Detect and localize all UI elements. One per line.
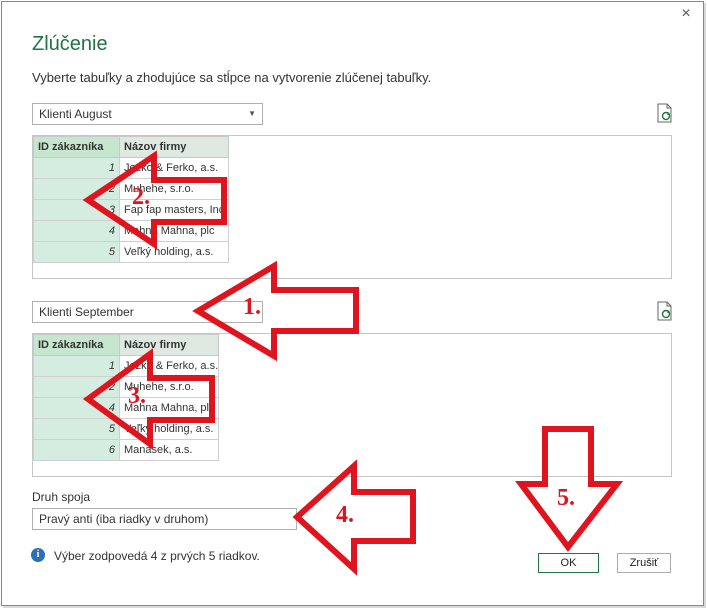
table2-grid: ID zákazníka Názov firmy 1 Jozko & Ferko,…	[33, 334, 219, 461]
cell-id: 2	[33, 178, 120, 200]
table1-grid: ID zákazníka Názov firmy 1 Jozko & Ferko,…	[33, 136, 229, 263]
dialog-title: Zlúčenie	[32, 33, 108, 55]
table-row[interactable]: 3 Fap fap masters, Inc.	[33, 199, 229, 221]
join-kind-label: Druh spoja	[32, 490, 91, 504]
cell-id: 6	[33, 439, 120, 461]
join-kind-select[interactable]: Pravý anti (iba riadky v druhom)	[32, 508, 297, 530]
info-icon: i	[31, 548, 45, 562]
table-row[interactable]: 2 Muhehe, s.r.o.	[33, 178, 229, 200]
column-header-name[interactable]: Názov firmy	[119, 136, 229, 158]
table2-select-value: Klienti September	[39, 305, 134, 319]
join-kind-value: Pravý anti (iba riadky v druhom)	[39, 512, 209, 526]
chevron-down-icon: ▼	[248, 109, 256, 118]
table-row[interactable]: 6 Manasek, a.s.	[33, 439, 219, 461]
refresh-icon[interactable]	[656, 103, 674, 123]
cell-name: Jozko & Ferko, a.s.	[119, 157, 229, 179]
table-row[interactable]: 4 Mahna Mahna, plc	[33, 397, 219, 419]
annotation-label-2: 2.	[132, 184, 150, 210]
annotation-label-1: 1.	[243, 294, 261, 320]
column-header-name[interactable]: Názov firmy	[119, 334, 219, 356]
cell-name: Veľký holding, a.s.	[119, 241, 229, 263]
table-row[interactable]: 5 Veľký holding, a.s.	[33, 241, 229, 263]
column-header-id[interactable]: ID zákazníka	[33, 136, 120, 158]
table-row[interactable]: 2 Muhehe, s.r.o.	[33, 376, 219, 398]
column-header-id[interactable]: ID zákazníka	[33, 334, 120, 356]
ok-button[interactable]: OK	[538, 553, 599, 573]
table1-preview: ID zákazníka Názov firmy 1 Jozko & Ferko,…	[32, 135, 672, 279]
table2-select[interactable]: Klienti September	[32, 301, 263, 323]
cell-id: 5	[33, 241, 120, 263]
cell-id: 1	[33, 157, 120, 179]
cell-id: 5	[33, 418, 120, 440]
cell-id: 3	[33, 199, 120, 221]
cell-name: Mahna Mahna, plc	[119, 220, 229, 242]
cell-name: Manasek, a.s.	[119, 439, 219, 461]
annotation-label-5: 5.	[557, 485, 575, 511]
cell-id: 2	[33, 376, 120, 398]
cell-name: Veľký holding, a.s.	[119, 418, 219, 440]
cell-id: 4	[33, 220, 120, 242]
match-info-text: Výber zodpovedá 4 z prvých 5 riadkov.	[54, 549, 260, 563]
table-row[interactable]: 1 Jozko & Ferko, a.s.	[33, 355, 219, 377]
table-row[interactable]: 4 Mahna Mahna, plc	[33, 220, 229, 242]
cell-id: 4	[33, 397, 120, 419]
cell-id: 1	[33, 355, 120, 377]
cell-name: Jozko & Ferko, a.s.	[119, 355, 219, 377]
close-icon[interactable]: ×	[678, 6, 694, 22]
cancel-button[interactable]: Zrušiť	[617, 553, 671, 573]
table-row[interactable]: 5 Veľký holding, a.s.	[33, 418, 219, 440]
table1-select-value: Klienti August	[39, 107, 112, 121]
annotation-label-4: 4.	[336, 502, 354, 528]
refresh-icon[interactable]	[656, 301, 674, 321]
annotation-label-3: 3.	[128, 383, 146, 409]
table1-select[interactable]: Klienti August ▼	[32, 103, 263, 125]
table-row[interactable]: 1 Jozko & Ferko, a.s.	[33, 157, 229, 179]
dialog-subtitle: Vyberte tabuľky a zhodujúce sa stĺpce na…	[32, 70, 432, 85]
